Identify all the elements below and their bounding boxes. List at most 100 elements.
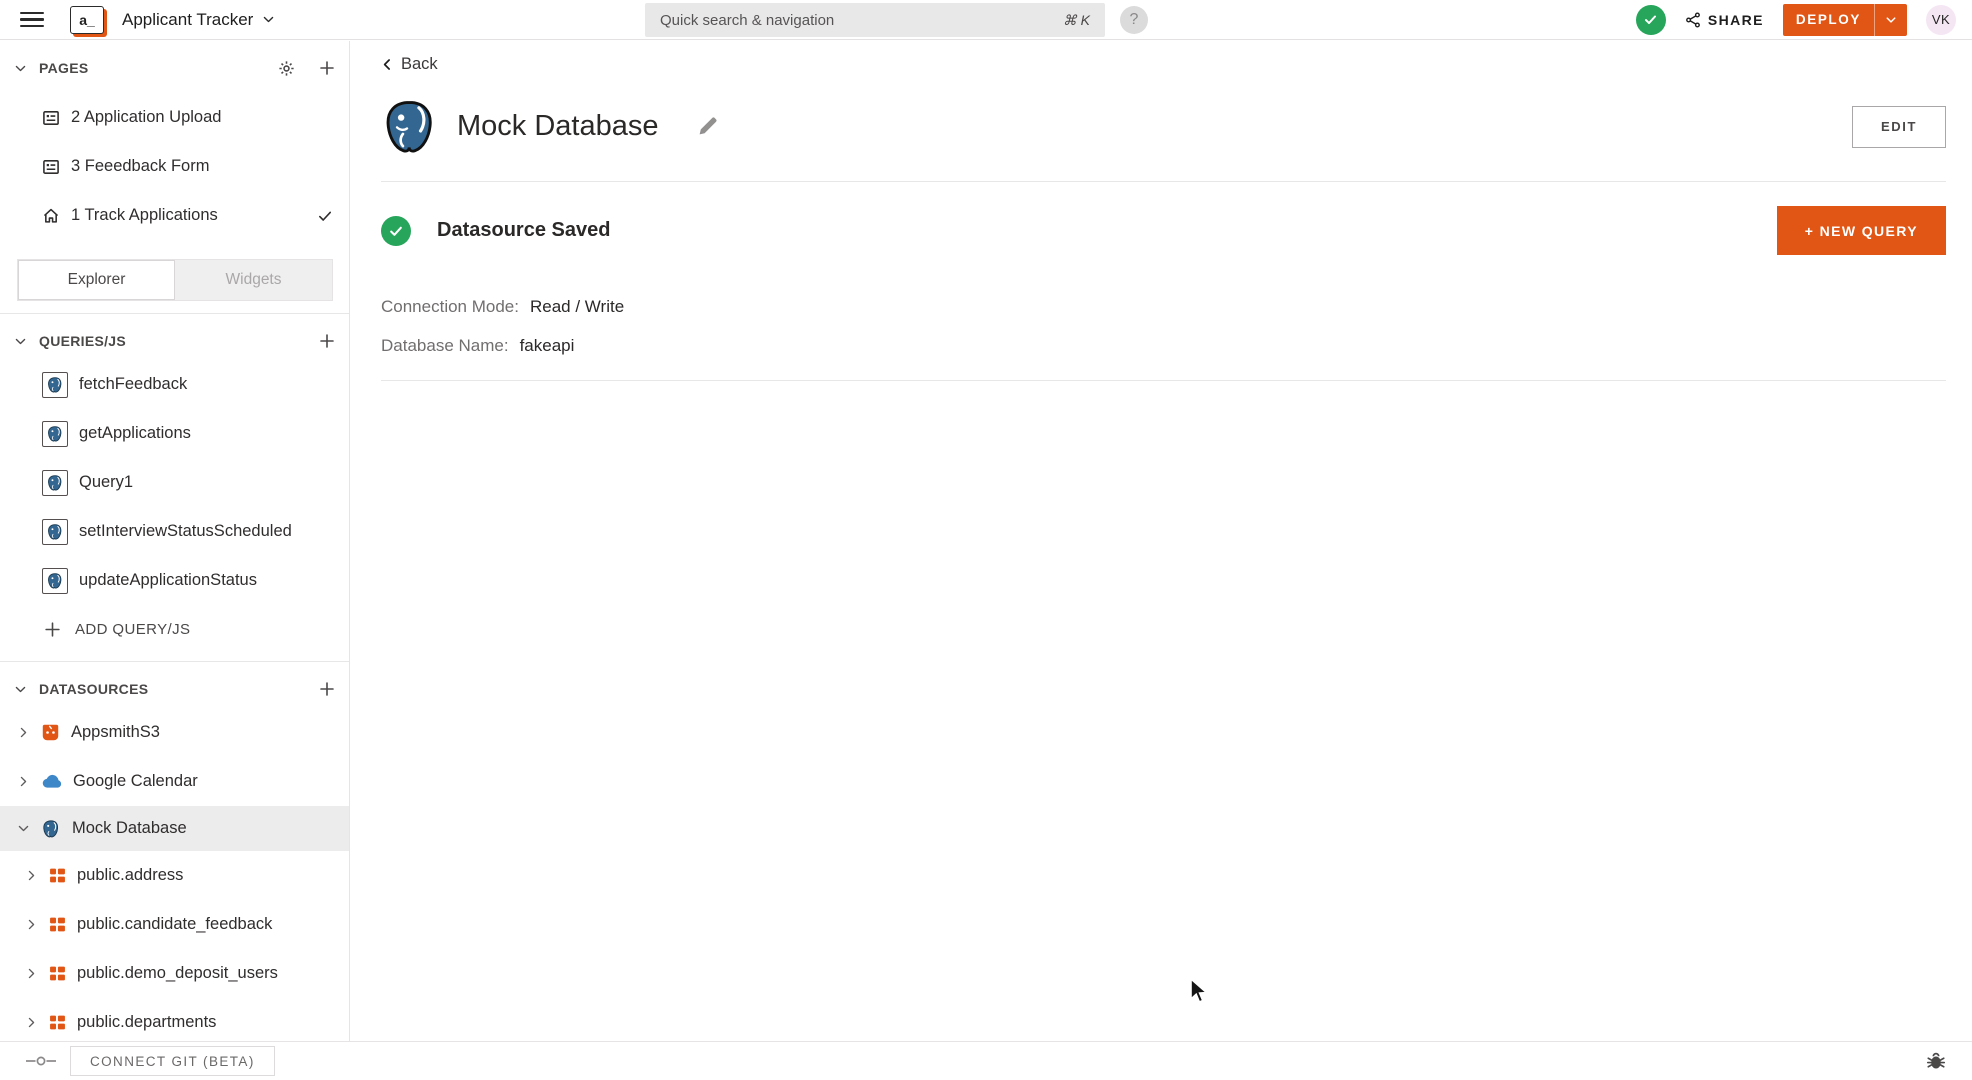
avatar-initials: VK xyxy=(1931,12,1951,27)
page-settings-gear-icon[interactable] xyxy=(278,60,295,77)
logo-text: a_ xyxy=(79,11,95,28)
search-shortcut: ⌘ K xyxy=(1062,11,1090,28)
chevron-down-icon xyxy=(14,683,27,696)
sidebar-divider xyxy=(0,313,349,314)
main-divider xyxy=(381,181,1946,182)
sidebar-item-page-feedback-form[interactable]: 3 Feeedback Form xyxy=(0,142,349,191)
chevron-right-icon[interactable] xyxy=(17,726,30,739)
main-content: Back Mock Database EDIT Datasource Saved… xyxy=(351,41,1972,1041)
postgres-icon xyxy=(42,469,68,496)
chevron-right-icon[interactable] xyxy=(17,775,30,788)
table-item[interactable]: public.departments xyxy=(0,998,349,1041)
table-icon xyxy=(49,1014,66,1031)
back-label: Back xyxy=(401,55,438,73)
pages-header-label: PAGES xyxy=(39,60,89,76)
cloud-icon xyxy=(41,774,62,789)
main-divider xyxy=(381,380,1946,381)
query-item[interactable]: setInterviewStatusScheduled xyxy=(0,507,349,556)
datasource-fields: Connection Mode: Read / Write Database N… xyxy=(381,297,1946,356)
user-avatar[interactable]: VK xyxy=(1926,4,1956,35)
postgres-logo xyxy=(381,98,438,155)
connect-git-button[interactable]: CONNECT GIT (BETA) xyxy=(70,1046,275,1076)
query-item[interactable]: getApplications xyxy=(0,409,349,458)
appsmith-logo: a_ xyxy=(70,5,104,34)
query-item[interactable]: updateApplicationStatus xyxy=(0,556,349,605)
add-page-plus-icon[interactable] xyxy=(319,60,335,76)
chevron-down-icon xyxy=(14,335,27,348)
chevron-left-icon xyxy=(381,57,394,72)
help-button[interactable]: ? xyxy=(1120,6,1148,34)
tab-widgets-label: Widgets xyxy=(225,271,282,288)
chevron-down-icon[interactable] xyxy=(17,822,30,835)
appsmith-icon xyxy=(41,723,60,742)
queries-section-header[interactable]: QUERIES/JS xyxy=(0,327,349,355)
page-label: 2 Application Upload xyxy=(71,108,222,126)
datasource-item-appsmiths3[interactable]: AppsmithS3 xyxy=(0,708,349,757)
chevron-right-icon[interactable] xyxy=(25,918,38,931)
tab-explorer[interactable]: Explorer xyxy=(18,260,175,300)
database-name-row: Database Name: fakeapi xyxy=(381,336,1946,356)
table-item[interactable]: public.candidate_feedback xyxy=(0,900,349,949)
datasource-label: AppsmithS3 xyxy=(71,723,160,741)
edit-name-pencil-icon[interactable] xyxy=(697,116,718,137)
sidebar-tabs: Explorer Widgets xyxy=(17,259,333,301)
table-label: public.departments xyxy=(77,1013,217,1031)
chevron-right-icon[interactable] xyxy=(25,967,38,980)
table-item[interactable]: public.address xyxy=(0,851,349,900)
datasource-status-row: Datasource Saved + NEW QUERY xyxy=(381,206,1946,255)
add-query-plus-icon[interactable] xyxy=(319,333,335,349)
current-page-check-icon xyxy=(317,208,333,224)
sidebar-item-page-track-applications[interactable]: 1 Track Applications xyxy=(0,191,349,240)
edit-button[interactable]: EDIT xyxy=(1852,105,1946,148)
query-label: Query1 xyxy=(79,473,134,491)
postgres-icon xyxy=(41,819,61,839)
topbar-actions: SHARE DEPLOY VK xyxy=(1635,3,1956,36)
page-label: 3 Feeedback Form xyxy=(71,157,210,175)
queries-header-label: QUERIES/JS xyxy=(39,333,127,349)
postgres-icon xyxy=(42,420,68,447)
search-input[interactable]: Quick search & navigation ⌘ K xyxy=(645,3,1105,37)
query-label: getApplications xyxy=(79,424,191,442)
app-root: a_ Applicant Tracker Quick search & navi… xyxy=(0,0,1972,1080)
plus-icon xyxy=(44,621,61,638)
add-datasource-plus-icon[interactable] xyxy=(319,681,335,697)
chevron-right-icon[interactable] xyxy=(25,1016,38,1029)
new-query-button[interactable]: + NEW QUERY xyxy=(1776,206,1946,255)
tab-widgets[interactable]: Widgets xyxy=(175,260,332,300)
sidebar: PAGES 2 Application Upload 3 Feeedback F… xyxy=(0,41,350,1041)
share-icon xyxy=(1685,12,1701,28)
datasource-title: Mock Database xyxy=(457,110,659,142)
table-label: public.demo_deposit_users xyxy=(77,964,278,982)
menu-icon[interactable] xyxy=(20,12,44,27)
datasource-label: Google Calendar xyxy=(73,772,198,790)
postgres-icon xyxy=(42,567,68,594)
datasource-item-google-calendar[interactable]: Google Calendar xyxy=(0,757,349,806)
share-button[interactable]: SHARE xyxy=(1685,12,1764,28)
field-value: Read / Write xyxy=(529,297,625,316)
chevron-right-icon[interactable] xyxy=(25,869,38,882)
deploy-button[interactable]: DEPLOY xyxy=(1782,3,1907,36)
query-item[interactable]: fetchFeedback xyxy=(0,360,349,409)
datasources-section-header[interactable]: DATASOURCES xyxy=(0,675,349,703)
datasource-item-mock-database[interactable]: Mock Database xyxy=(0,806,349,851)
git-commit-icon xyxy=(26,1054,56,1068)
field-value: fakeapi xyxy=(519,336,575,355)
back-button[interactable]: Back xyxy=(381,55,438,74)
table-icon xyxy=(49,916,66,933)
add-query-js-label: ADD QUERY/JS xyxy=(75,621,191,638)
pages-section-header[interactable]: PAGES xyxy=(0,54,349,82)
table-item[interactable]: public.demo_deposit_users xyxy=(0,949,349,998)
debug-bug-icon[interactable] xyxy=(1926,1051,1946,1071)
datasources-header-label: DATASOURCES xyxy=(39,681,149,697)
app-title-menu[interactable]: Applicant Tracker xyxy=(122,10,275,30)
deploy-chevron-icon[interactable] xyxy=(1875,14,1907,26)
query-item[interactable]: Query1 xyxy=(0,458,349,507)
table-label: public.candidate_feedback xyxy=(77,915,273,933)
help-label: ? xyxy=(1129,11,1139,28)
table-label: public.address xyxy=(77,866,184,884)
add-query-js-button[interactable]: ADD QUERY/JS xyxy=(0,605,349,654)
success-check-icon xyxy=(381,215,411,246)
sidebar-item-page-application-upload[interactable]: 2 Application Upload xyxy=(0,93,349,142)
deploy-label: DEPLOY xyxy=(1795,12,1861,27)
saved-status-icon xyxy=(1635,4,1666,35)
